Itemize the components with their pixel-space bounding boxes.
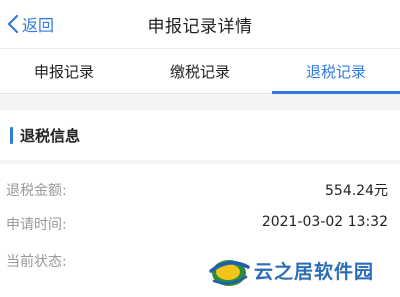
detail-row-refund-amount: 退税金额: 554.24元 — [0, 174, 400, 204]
navbar: 返回 申报记录详情 — [0, 0, 400, 48]
tab-label: 退税记录 — [305, 63, 366, 81]
detail-label: 退税金额: — [6, 183, 67, 199]
active-tab-indicator — [272, 91, 400, 94]
tab-bar: 申报记录 缴税记录 退税记录 — [0, 48, 400, 94]
watermark-logo-icon — [209, 260, 250, 286]
detail-label: 当前状态: — [6, 254, 67, 270]
detail-label: 申请时间: — [6, 217, 67, 233]
tab-label: 缴税记录 — [169, 63, 230, 81]
section-accent-bar — [10, 127, 13, 144]
watermark: 云之居软件园 — [202, 245, 400, 297]
tab-declaration-records[interactable]: 申报记录 — [0, 49, 128, 94]
page-title: 申报记录详情 — [147, 17, 253, 37]
detail-value: 554.24元 — [325, 183, 388, 199]
watermark-text: 云之居软件园 — [254, 261, 375, 283]
section-title: 退税信息 — [20, 127, 81, 145]
tab-tax-payment-records[interactable]: 缴税记录 — [136, 49, 264, 94]
detail-row-application-time: 申请时间: 2021-03-02 13:32 — [0, 208, 400, 238]
section-header: 退税信息 — [0, 110, 400, 160]
detail-value: 2021-03-02 13:32 — [261, 214, 388, 230]
tab-label: 申报记录 — [33, 63, 94, 81]
tab-tax-refund-records[interactable]: 退税记录 — [272, 49, 400, 94]
